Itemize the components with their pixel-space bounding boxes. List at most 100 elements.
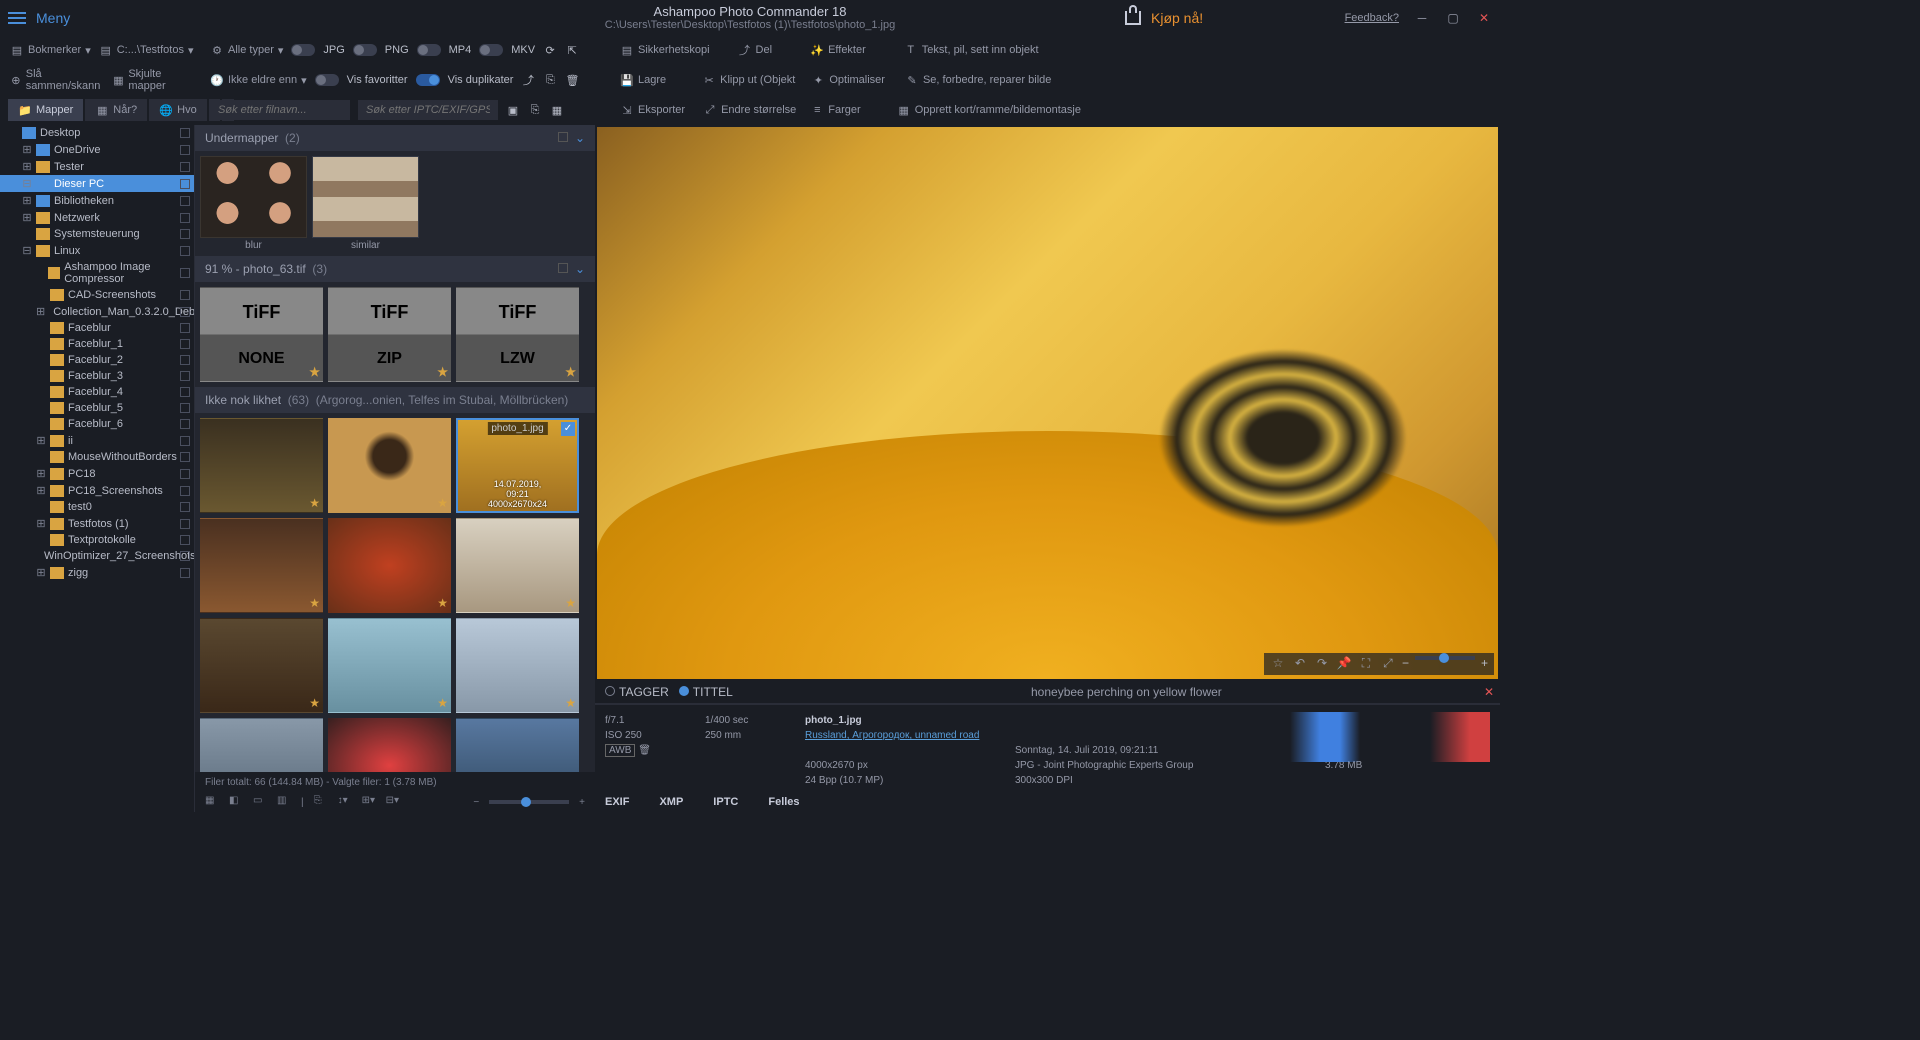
tree-item[interactable]: ⊞Bibliotheken (0, 192, 194, 209)
maximize-button[interactable]: ▢ (1445, 10, 1461, 26)
text-button[interactable]: TTekst, pil, sett inn objekt (904, 43, 1039, 57)
hidden-folders-button[interactable]: ▦Skjulte mapper (113, 68, 190, 92)
folder-thumb-blur[interactable]: blur (200, 156, 307, 238)
merge-button[interactable]: ⊕Slå sammen/skann (10, 68, 105, 92)
tree-item[interactable]: Systemsteuerung (0, 226, 194, 242)
sort-icon[interactable]: ↕▾ (338, 795, 352, 809)
tree-item[interactable]: ⊟Linux (0, 242, 194, 259)
tab-where[interactable]: 🌐Hvo (149, 99, 207, 121)
group-91-header[interactable]: 91 % - photo_63.tif (3) ⌄ (195, 256, 595, 282)
search-metadata[interactable] (358, 100, 498, 120)
cut-button[interactable]: ✂Klipp ut (Objekt (702, 73, 795, 87)
grid-icon[interactable]: ⊞▾ (362, 795, 376, 809)
copy-icon[interactable]: ⎘ (543, 73, 557, 87)
tree-item[interactable]: WinOptimizer_27_Screenshots (0, 548, 194, 564)
menu-label[interactable]: Meny (36, 10, 70, 26)
tree-item[interactable]: Textprotokolle (0, 532, 194, 548)
filetypes-dropdown[interactable]: ⚙Alle typer ▾ (210, 43, 283, 57)
tree-item[interactable]: ⊞PC18_Screenshots (0, 482, 194, 499)
refresh-icon[interactable]: ⟳ (543, 43, 557, 57)
save-button[interactable]: 💾Lagre (620, 73, 666, 87)
optimize-button[interactable]: ✦Optimaliser (811, 73, 885, 87)
breadcrumb-dropdown[interactable]: ▤C:...\Testfotos ▾ (99, 43, 194, 57)
view-icon[interactable]: ▦ (205, 795, 219, 809)
tab-exif[interactable]: EXIF (605, 796, 629, 808)
collapse-icon[interactable]: ⇱ (565, 43, 579, 57)
thumb[interactable]: ★ (200, 418, 323, 513)
backup-button[interactable]: ▤Sikkerhetskopi (620, 43, 710, 57)
bookmarks-dropdown[interactable]: ▤Bokmerker ▾ (10, 43, 91, 57)
minimize-button[interactable]: ─ (1414, 10, 1430, 26)
rotate-left-icon[interactable]: ↶ (1292, 656, 1308, 672)
thumb[interactable] (200, 718, 323, 772)
buy-now-link[interactable]: Kjøp nå! (1151, 10, 1203, 26)
view-icon[interactable]: ▭ (253, 795, 267, 809)
tree-item[interactable]: Faceblur_4 (0, 384, 194, 400)
tagger-radio[interactable]: TAGGER (605, 685, 669, 699)
thumb[interactable]: ★ (328, 518, 451, 613)
star-icon[interactable]: ☆ (1270, 656, 1286, 672)
grid-icon[interactable]: ⊟▾ (386, 795, 400, 809)
thumb[interactable]: ★ (456, 518, 579, 613)
effects-button[interactable]: ✨Effekter (810, 43, 866, 57)
tree-item[interactable]: ⊞ii (0, 432, 194, 449)
tab-when[interactable]: ▦Når? (85, 99, 147, 121)
tree-item[interactable]: ⊞zigg (0, 564, 194, 581)
thumb[interactable] (456, 718, 579, 772)
mp4-toggle[interactable] (417, 44, 441, 56)
delete-icon[interactable]: 🗑 (565, 73, 579, 87)
tree-item[interactable]: ⊞Netzwerk (0, 209, 194, 226)
thumb[interactable]: ★ (328, 618, 451, 713)
view-icon[interactable]: ◧ (229, 795, 243, 809)
colors-button[interactable]: ≡Farger (810, 103, 860, 117)
thumb[interactable]: TiFFLZW★ (456, 287, 579, 382)
close-icon[interactable]: ✕ (1484, 685, 1494, 699)
tree-item[interactable]: ⊞PC18 (0, 465, 194, 482)
tree-item[interactable]: ⊞Testfotos (1) (0, 515, 194, 532)
thumb[interactable]: ★ (200, 618, 323, 713)
action-icon-3[interactable]: ▦ (550, 103, 564, 117)
tree-item[interactable]: Faceblur_1 (0, 336, 194, 352)
fullscreen-icon[interactable]: ⤢ (1380, 656, 1396, 672)
thumb[interactable]: ★ (456, 618, 579, 713)
rotate-right-icon[interactable]: ↷ (1314, 656, 1330, 672)
zoom-slider[interactable] (1415, 656, 1475, 660)
thumb[interactable] (328, 718, 451, 772)
tree-item[interactable]: Desktop (0, 125, 194, 141)
repair-button[interactable]: ✎Se, forbedre, reparer bilde (905, 73, 1051, 87)
search-filename[interactable] (210, 100, 350, 120)
jpg-toggle[interactable] (291, 44, 315, 56)
meta-location-link[interactable]: Russland, Агрогородок, unnamed road (805, 730, 1005, 741)
tree-item[interactable]: MouseWithoutBorders (0, 449, 194, 465)
tittel-radio[interactable]: TITTEL (679, 685, 733, 699)
thumb[interactable]: ★ (328, 418, 451, 513)
tree-item[interactable]: Faceblur_5 (0, 400, 194, 416)
tree-item[interactable]: Ashampoo Image Compressor (0, 259, 194, 287)
copy-icon[interactable]: ⎘ (314, 795, 328, 809)
group-subfolders-header[interactable]: Undermapper (2) ⌄ (195, 125, 595, 151)
create-button[interactable]: ▦Opprett kort/ramme/bildemontasje (897, 103, 1081, 117)
thumb[interactable]: ★ (200, 518, 323, 613)
fit-icon[interactable]: ⛶ (1358, 656, 1374, 672)
share-button[interactable]: ⤴Del (738, 43, 773, 57)
feedback-link[interactable]: Feedback? (1345, 12, 1399, 24)
tab-felles[interactable]: Felles (768, 796, 799, 808)
tree-item[interactable]: Faceblur_2 (0, 352, 194, 368)
tab-folders[interactable]: 📁Mapper (8, 99, 83, 121)
action-icon-1[interactable]: ▣ (506, 103, 520, 117)
resize-button[interactable]: ⤢Endre størrelse (703, 103, 796, 117)
tab-iptc[interactable]: IPTC (713, 796, 738, 808)
share-small-icon[interactable]: ⤴ (521, 73, 535, 87)
export-button[interactable]: ⇲Eksporter (620, 103, 685, 117)
folder-thumb-similar[interactable]: similar (312, 156, 419, 238)
favorites-toggle[interactable] (315, 74, 339, 86)
tree-item[interactable]: Faceblur (0, 320, 194, 336)
date-filter-dropdown[interactable]: 🕐Ikke eldre enn ▾ (210, 73, 307, 87)
tree-item[interactable]: Faceblur_6 (0, 416, 194, 432)
group-notsimilar-header[interactable]: Ikke nok likhet (63) (Argorog...onien, T… (195, 387, 595, 413)
view-icon[interactable]: ▥ (277, 795, 291, 809)
tree-item[interactable]: test0 (0, 499, 194, 515)
tree-item[interactable]: ⊞Collection_Man_0.3.2.0_Debug_Test (0, 303, 194, 320)
tree-item[interactable]: CAD-Screenshots (0, 287, 194, 303)
png-toggle[interactable] (353, 44, 377, 56)
